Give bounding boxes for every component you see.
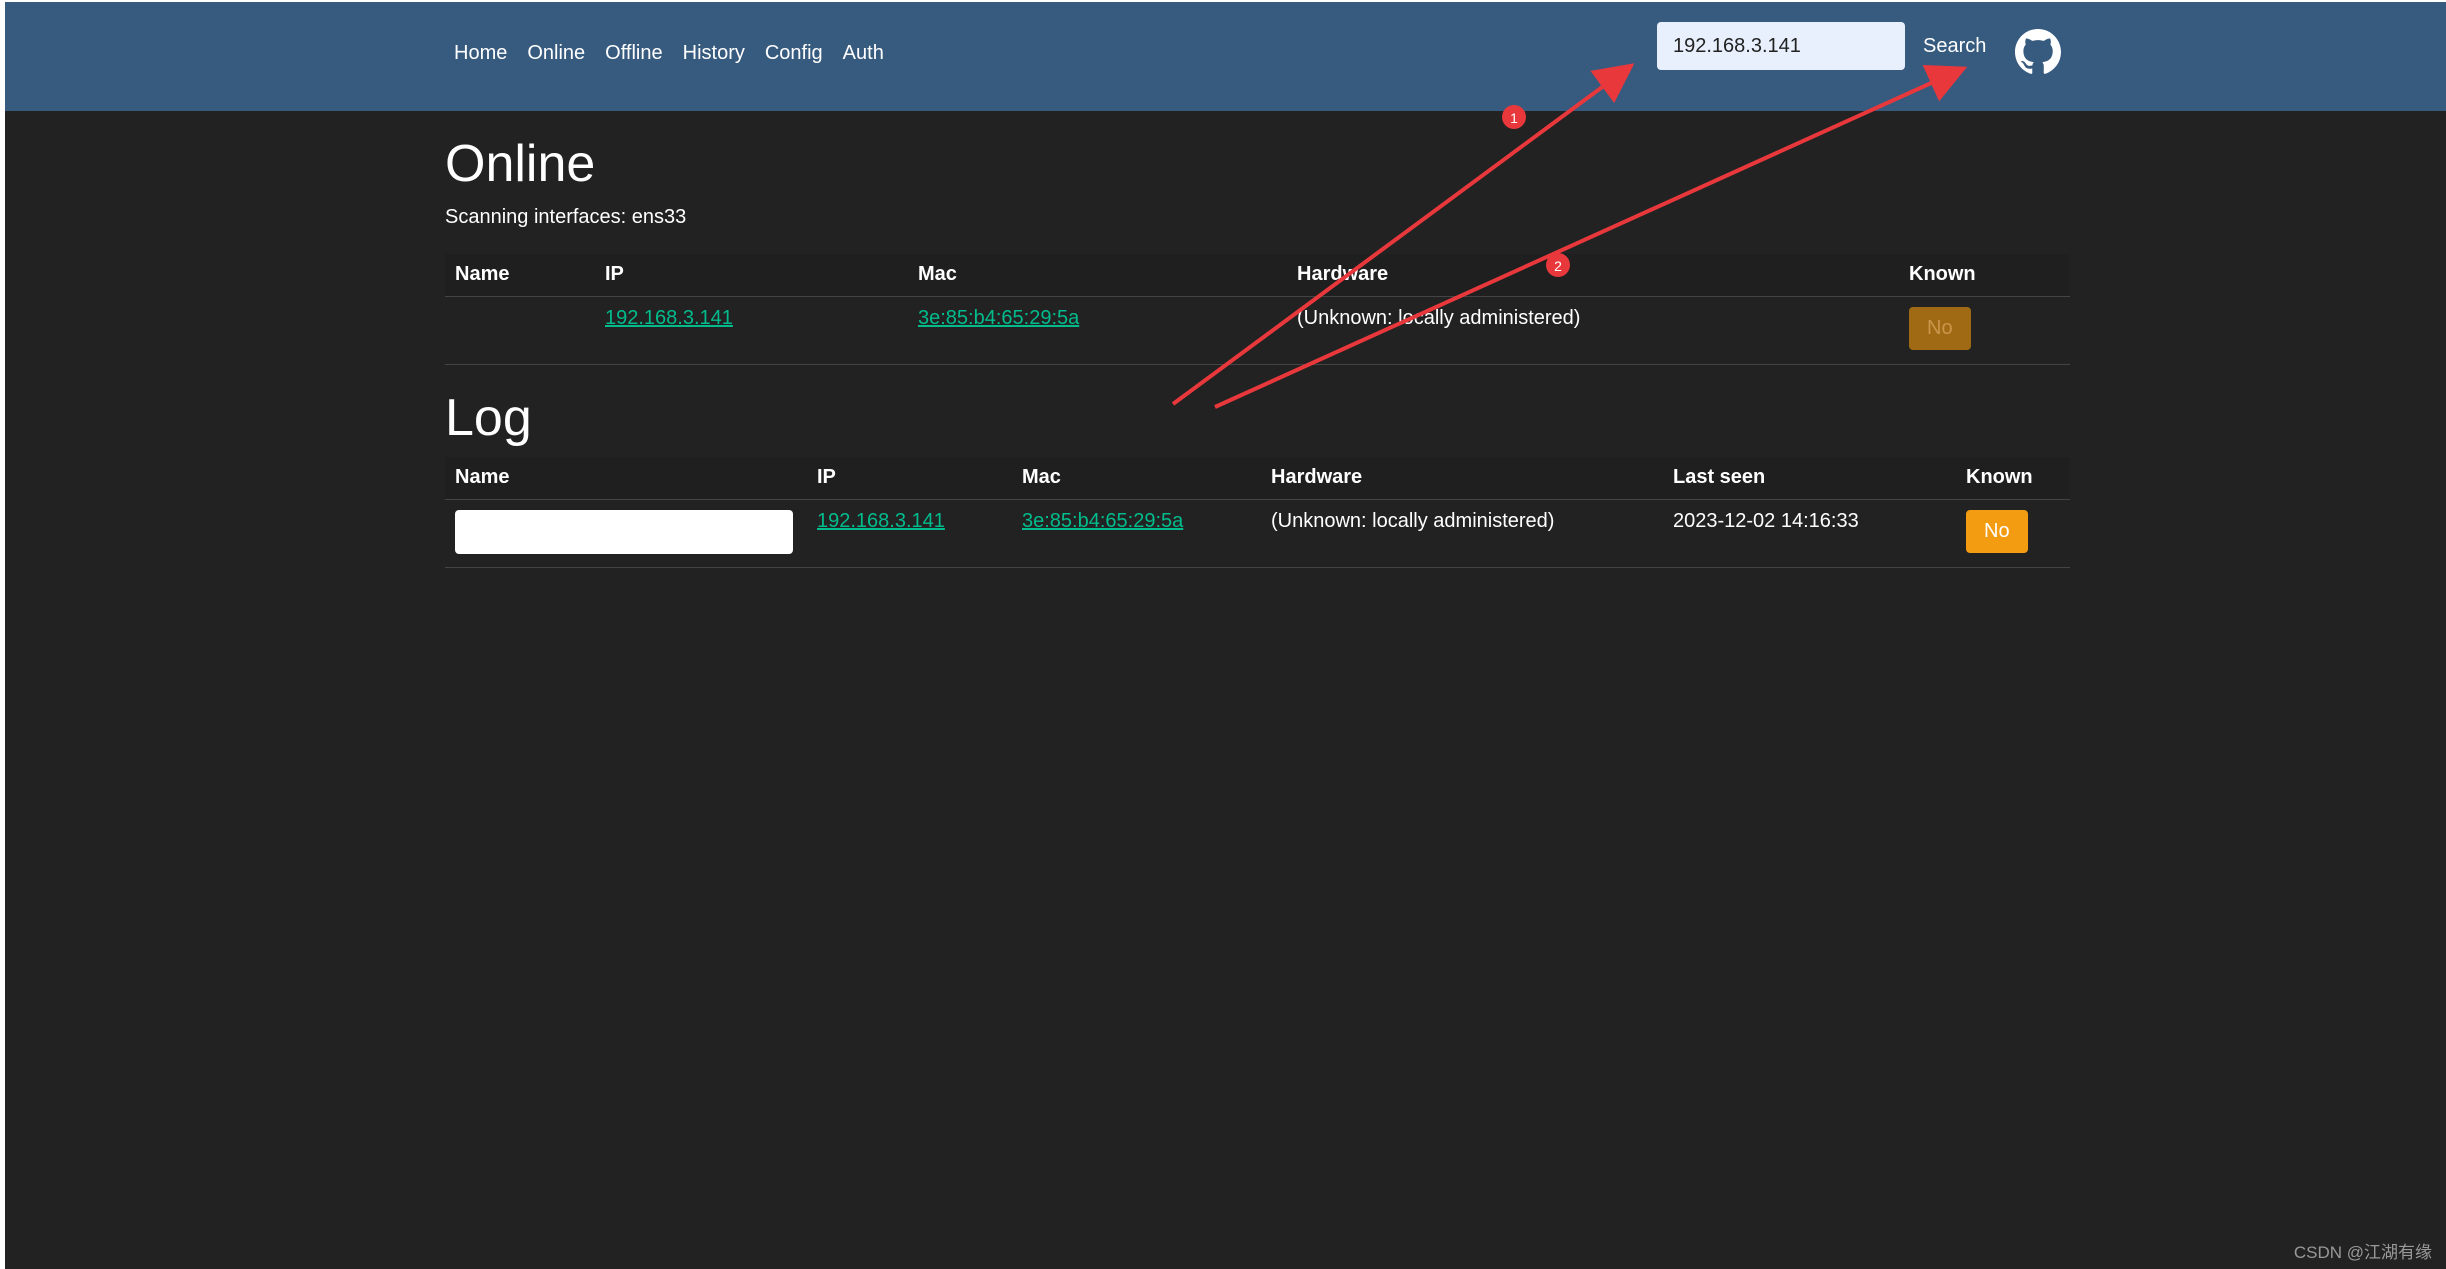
annotation-overlay: 1 2 bbox=[1171, 63, 1968, 409]
nav-offline-link[interactable]: Offline bbox=[605, 42, 662, 65]
online-title: Online bbox=[445, 135, 596, 193]
nav-home-link[interactable]: Home bbox=[454, 42, 507, 65]
table-row: 192.168.3.141 3e:85:b4:65:29:5a (Unknown… bbox=[445, 296, 2070, 365]
mac-link[interactable]: 3e:85:b4:65:29:5a bbox=[918, 307, 1079, 329]
navbar: Home Online Offline History Config Auth … bbox=[5, 2, 2446, 111]
search-input[interactable] bbox=[1657, 22, 1905, 70]
cell-name bbox=[445, 296, 595, 365]
col-mac: Mac bbox=[908, 254, 1287, 297]
col-name: Name bbox=[445, 254, 595, 297]
nav-links: Home Online Offline History Config Auth bbox=[454, 42, 904, 65]
ip-link[interactable]: 192.168.3.141 bbox=[817, 510, 945, 532]
log-table: Name IP Mac Hardware Last seen Known 192… bbox=[445, 457, 2070, 568]
cell-hardware: (Unknown: locally administered) bbox=[1287, 296, 1899, 365]
known-no-button[interactable]: No bbox=[1909, 306, 1971, 350]
name-input[interactable] bbox=[455, 509, 793, 554]
nav-config-link[interactable]: Config bbox=[765, 42, 823, 65]
col-last-seen: Last seen bbox=[1663, 457, 1956, 500]
col-ip: IP bbox=[807, 457, 1012, 500]
nav-history-link[interactable]: History bbox=[683, 42, 745, 65]
table-row: 192.168.3.141 3e:85:b4:65:29:5a (Unknown… bbox=[445, 499, 2070, 568]
log-table-header: Name IP Mac Hardware Last seen Known bbox=[445, 457, 2070, 500]
cell-hardware: (Unknown: locally administered) bbox=[1261, 499, 1663, 568]
app-window: Home Online Offline History Config Auth … bbox=[5, 2, 2446, 1269]
online-table-header: Name IP Mac Hardware Known bbox=[445, 254, 2070, 297]
ip-link[interactable]: 192.168.3.141 bbox=[605, 307, 733, 329]
col-known: Known bbox=[1899, 254, 2070, 297]
log-title: Log bbox=[445, 389, 532, 447]
nav-auth-link[interactable]: Auth bbox=[843, 42, 884, 65]
col-ip: IP bbox=[595, 254, 908, 297]
github-icon[interactable] bbox=[2015, 29, 2061, 75]
col-hardware: Hardware bbox=[1287, 254, 1899, 297]
cell-last-seen: 2023-12-02 14:16:33 bbox=[1663, 499, 1956, 568]
annotation-marker-1-label: 1 bbox=[1510, 110, 1518, 126]
known-no-button[interactable]: No bbox=[1966, 509, 2028, 553]
scan-interfaces-text: Scanning interfaces: ens33 bbox=[445, 206, 687, 228]
col-hardware: Hardware bbox=[1261, 457, 1663, 500]
col-name: Name bbox=[445, 457, 807, 500]
search-button[interactable]: Search bbox=[1905, 22, 2004, 70]
nav-online-link[interactable]: Online bbox=[527, 42, 585, 65]
mac-link[interactable]: 3e:85:b4:65:29:5a bbox=[1022, 510, 1183, 532]
watermark: CSDN @江湖有缘 bbox=[2293, 1243, 2432, 1262]
col-known: Known bbox=[1956, 457, 2070, 500]
online-table: Name IP Mac Hardware Known 192.168.3.141… bbox=[445, 254, 2070, 365]
col-mac: Mac bbox=[1012, 457, 1261, 500]
